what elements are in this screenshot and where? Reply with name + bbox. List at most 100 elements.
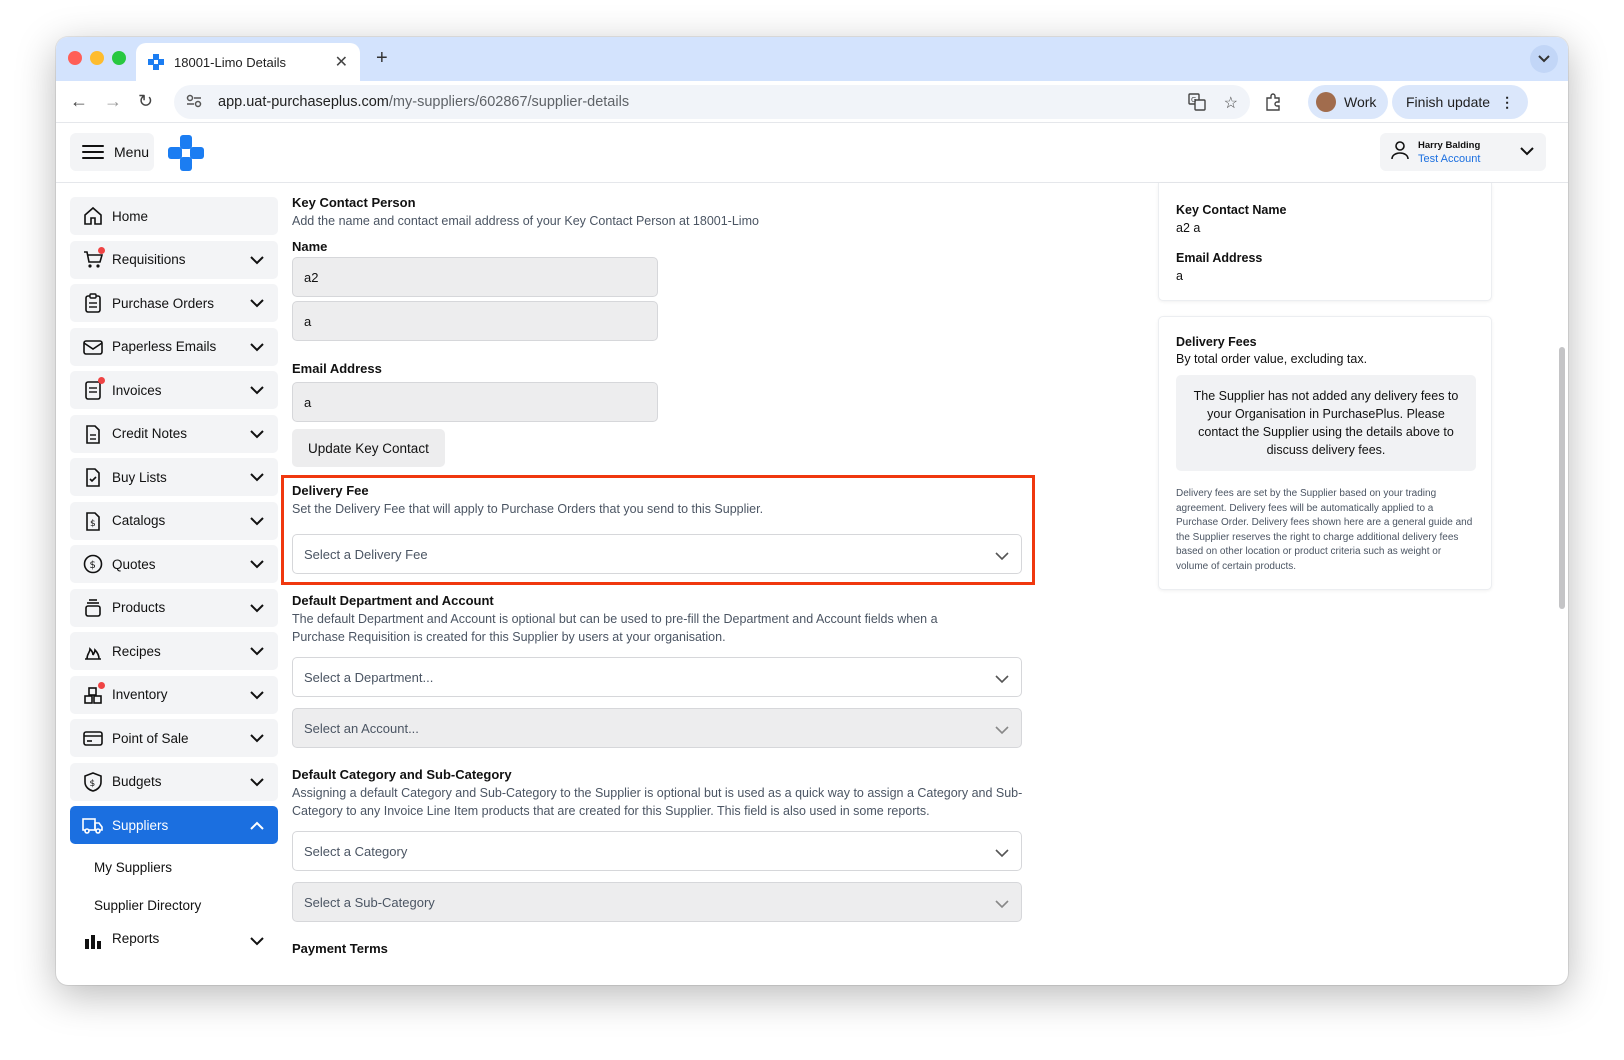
invoice-icon [82,377,105,401]
update-key-contact-button[interactable]: Update Key Contact [292,429,445,467]
last-name-field[interactable]: a [292,301,658,341]
delivery-fee-highlight-box [281,475,1035,585]
sidebar-subitem-my-suppliers[interactable]: My Suppliers [70,850,278,888]
chevron-down-icon [250,557,264,572]
menu-button[interactable]: Menu [70,133,154,171]
tab-strip: 18001-Limo Details ✕ + [56,37,1568,81]
key-contact-summary-card: Key Contact Name a2 a Email Address a [1158,183,1492,301]
sidebar-item-paperless-emails[interactable]: Paperless Emails [70,327,278,366]
shield-dollar-icon: $ [82,771,104,793]
bar-chart-icon [82,928,104,950]
key-contact-title: Key Contact Person [292,195,416,210]
sidebar-item-point-of-sale[interactable]: Point of Sale [70,719,278,757]
notification-dot [98,681,105,689]
chevron-down-icon [250,427,264,442]
address-bar[interactable]: app.uat-purchaseplus.com/my-suppliers/60… [174,85,1250,119]
forward-icon[interactable]: → [104,91,122,112]
more-vert-icon: ⋮ [1500,93,1515,110]
envelope-icon [82,336,104,358]
sidebar-item-products[interactable]: Products [70,588,278,627]
chevron-down-icon [250,340,264,355]
bookmark-star-icon[interactable]: ☆ [1224,93,1238,116]
page-scrollbar[interactable] [1559,347,1565,609]
purchaseplus-favicon-icon [148,54,164,70]
department-select[interactable]: Select a Department... [292,657,1022,697]
reload-icon[interactable]: ↻ [138,91,153,112]
chevron-down-icon [250,383,264,398]
delivery-fees-card: Delivery Fees By total order value, excl… [1158,316,1492,590]
email-address-value: a [1176,269,1183,283]
chevron-down-icon [250,934,264,949]
email-label: Email Address [292,361,382,376]
chevron-down-icon [1520,143,1534,161]
maximize-window-button[interactable] [112,51,126,65]
extensions-icon[interactable] [1264,93,1282,116]
chevron-down-icon [995,846,1009,861]
chevron-down-icon [995,672,1009,687]
department-select-placeholder: Select a Department... [304,669,434,685]
close-window-button[interactable] [68,51,82,65]
sidebar-item-home[interactable]: Home [70,197,278,235]
sidebar-item-buy-lists[interactable]: Buy Lists [70,458,278,496]
app-header: Menu Harry Balding Test Account [56,123,1568,183]
default-department-description: The default Department and Account is op… [292,612,938,644]
sidebar-item-catalogs[interactable]: $ Catalogs [70,501,278,540]
browser-tab[interactable]: 18001-Limo Details ✕ [136,43,360,81]
sidebar-subitem-supplier-directory[interactable]: Supplier Directory [70,888,278,926]
subcategory-select[interactable]: Select a Sub-Category [292,882,1022,922]
purchaseplus-logo[interactable] [168,135,204,171]
cart-icon [82,246,105,271]
sidebar-item-purchase-orders[interactable]: Purchase Orders [70,284,278,322]
checklist-icon [82,466,104,488]
sidebar-item-suppliers[interactable]: Suppliers [70,806,278,844]
sidebar-item-inventory[interactable]: Inventory [70,675,278,714]
first-name-field[interactable]: a2 [292,257,658,297]
sidebar-item-budgets[interactable]: $ Budgets [70,762,278,801]
sidebar-item-requisitions[interactable]: Requisitions [70,240,278,279]
truck-icon [82,814,104,836]
chevron-down-icon [995,723,1009,738]
delivery-fees-notice: The Supplier has not added any delivery … [1176,375,1476,471]
chevron-down-icon [250,296,264,311]
home-icon [82,205,104,227]
email-address-label: Email Address [1176,251,1263,265]
chevron-down-icon [250,601,264,616]
profile-avatar [1316,92,1336,112]
browser-window: 18001-Limo Details ✕ + ← → ↻ app.uat-pur… [56,37,1568,985]
email-field[interactable]: a [292,382,658,422]
chevron-down-icon [250,688,264,703]
finish-update-button[interactable]: Finish update ⋮ [1392,85,1529,119]
profile-button[interactable]: Work [1308,85,1389,119]
sidebar-nav: Home Requisitions Purchase Orders Paperl… [70,197,278,955]
flame-icon [82,640,104,662]
key-contact-name-label: Key Contact Name [1176,203,1287,217]
sidebar-item-quotes[interactable]: $ Quotes [70,545,278,583]
chevron-down-icon [995,897,1009,912]
chevron-down-icon [250,253,264,268]
translate-icon[interactable]: G [1187,93,1206,116]
url-path: /my-suppliers/602867/supplier-details [388,94,630,110]
card-icon [82,727,104,749]
close-tab-icon[interactable]: ✕ [335,52,348,72]
finish-update-label: Finish update [1406,94,1491,110]
user-account: Test Account [1418,152,1481,165]
sidebar-item-credit-notes[interactable]: Credit Notes [70,414,278,453]
site-settings-icon[interactable] [186,94,204,111]
category-select[interactable]: Select a Category [292,831,1022,871]
sidebar-item-label: Home [112,208,149,224]
account-select[interactable]: Select an Account... [292,708,1022,748]
notification-dot [98,246,105,254]
user-icon [1390,140,1410,165]
tab-search-icon[interactable] [1530,45,1558,73]
url-domain: app.uat-purchaseplus.com [218,94,389,110]
sidebar-item-invoices[interactable]: Invoices [70,371,278,409]
clipboard-icon [82,292,104,314]
default-category-title: Default Category and Sub-Category [292,767,512,782]
user-menu[interactable]: Harry Balding Test Account [1380,133,1546,171]
new-tab-icon[interactable]: + [376,47,388,70]
sidebar-item-reports[interactable]: Reports [70,928,278,950]
sidebar-item-recipes[interactable]: Recipes [70,632,278,670]
back-icon[interactable]: ← [70,91,88,112]
boxes-icon [82,681,105,706]
minimize-window-button[interactable] [90,51,104,65]
